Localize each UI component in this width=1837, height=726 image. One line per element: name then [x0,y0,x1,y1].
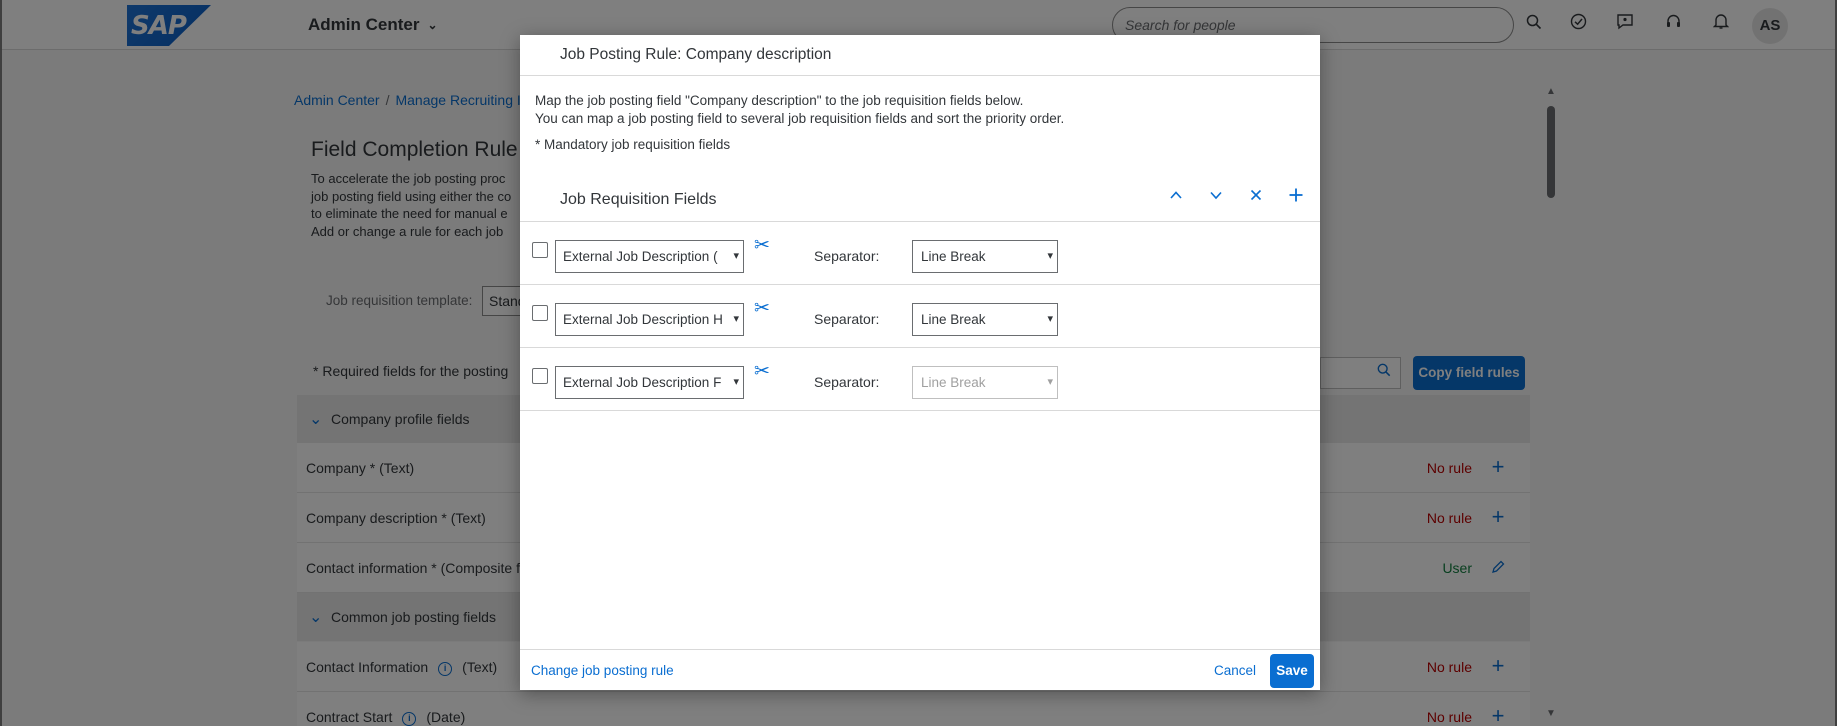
dialog-title: Job Posting Rule: Company description [560,46,832,63]
chevron-down-icon: ▾ [731,304,739,335]
scissors-icon[interactable]: ✂ [754,234,770,257]
separator-label: Separator: [814,248,880,264]
chevron-down-icon: ▾ [731,367,739,398]
requisition-field-select[interactable]: External Job Description (▾ [555,240,744,273]
row-checkbox[interactable] [532,305,548,321]
job-posting-rule-dialog: Job Posting Rule: Company description Ma… [520,35,1320,690]
requisition-field-select[interactable]: External Job Description H ▾ [555,303,744,336]
add-icon[interactable] [1284,185,1308,209]
move-down-icon[interactable] [1204,185,1228,209]
change-job-posting-rule-link[interactable]: Change job posting rule [531,663,674,678]
list-item: External Job Description H ▾ ✂ Separator:… [520,285,1320,348]
separator-select[interactable]: Line Break ▾ [912,303,1058,336]
cancel-button[interactable]: Cancel [1214,663,1256,678]
list-item: External Job Description (▾ ✂ Separator:… [520,222,1320,285]
chevron-down-icon: ▾ [1045,304,1053,335]
requisition-field-select[interactable]: External Job Description F ▾ [555,366,744,399]
dialog-header: Job Posting Rule: Company description [520,35,1320,76]
scissors-icon[interactable]: ✂ [754,360,770,383]
row-checkbox[interactable] [532,242,548,258]
scissors-icon[interactable]: ✂ [754,297,770,320]
separator-label: Separator: [814,374,880,390]
move-up-icon[interactable] [1164,185,1188,209]
chevron-down-icon: ▾ [1045,241,1053,272]
separator-label: Separator: [814,311,880,327]
section-title: Job Requisition Fields [560,191,717,208]
mandatory-note: * Mandatory job requisition fields [535,137,731,152]
separator-select[interactable]: Line Break ▾ [912,240,1058,273]
save-button[interactable]: Save [1270,654,1314,688]
chevron-down-icon: ▾ [731,241,739,272]
separator-select-disabled: Line Break ▾ [912,366,1058,399]
row-checkbox[interactable] [532,368,548,384]
dialog-footer: Change job posting rule Cancel Save [520,649,1320,690]
remove-icon[interactable] [1244,185,1268,209]
chevron-down-icon: ▾ [1045,367,1053,398]
dialog-intro: Map the job posting field "Company descr… [535,93,1065,126]
row-toolbar [1164,185,1308,209]
list-item: External Job Description F ▾ ✂ Separator:… [520,348,1320,411]
